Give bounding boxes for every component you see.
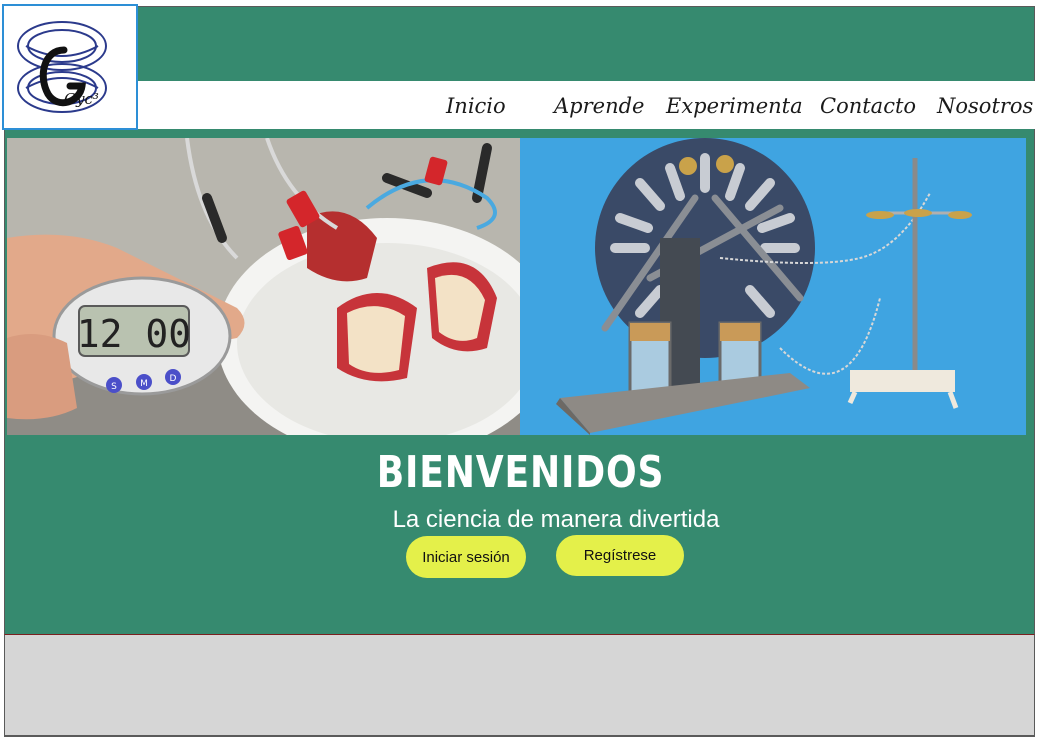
welcome-subtitle: La ciencia de manera divertida (392, 506, 720, 533)
footer-section (4, 634, 1035, 737)
nav-item-aprende[interactable]: Aprende (554, 94, 644, 118)
nav-item-experimenta[interactable]: Experimenta (666, 94, 803, 118)
nav-item-nosotros[interactable]: Nosotros (937, 94, 1033, 118)
nav-item-contacto[interactable]: Contacto (820, 94, 916, 118)
welcome-title: BIENVENIDOS (376, 447, 665, 498)
login-button[interactable]: Iniciar sesión (406, 536, 526, 578)
register-button[interactable]: Regístrese (556, 535, 684, 576)
timer-button-m: M (140, 379, 148, 389)
logo-graphic (17, 21, 107, 113)
nav-item-inicio[interactable]: Inicio (446, 94, 506, 118)
timer-display: 12 00 (77, 312, 191, 356)
logo-text: Gyc³ (64, 90, 99, 108)
timer-button-d: D (170, 374, 177, 384)
hero-image-apple-battery: 12 00 S M D (7, 138, 520, 435)
site-logo[interactable]: Gyc³ (2, 4, 138, 130)
timer-button-s: S (111, 382, 117, 392)
hero-banner: 12 00 S M D (7, 138, 1026, 435)
hero-image-wimshurst-machine (520, 138, 1026, 435)
